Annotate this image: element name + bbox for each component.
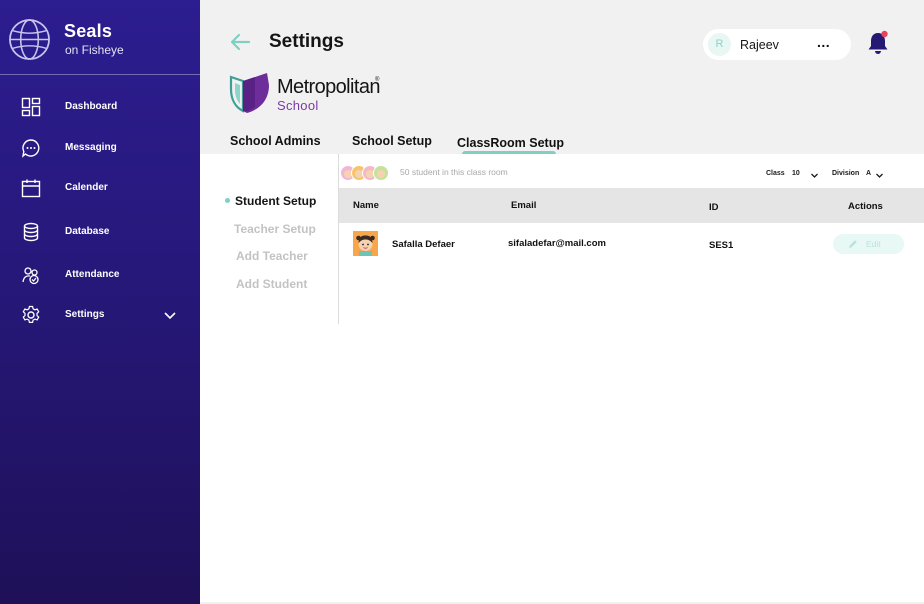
sidebar-item-label: Messaging	[65, 142, 117, 153]
edit-button[interactable]: Edit	[833, 234, 904, 254]
sidebar-item-dashboard[interactable]: Dashboard	[0, 92, 200, 122]
brand: Seals on Fisheye	[0, 0, 200, 75]
app-subtitle: on Fisheye	[65, 43, 124, 57]
notification-dot	[881, 30, 888, 38]
submenu-student-setup[interactable]: Student Setup	[235, 194, 316, 208]
tab-school-setup[interactable]: School Setup	[352, 134, 432, 148]
school-name: Metropolitan	[277, 76, 380, 98]
tab-school-admins[interactable]: School Admins	[230, 134, 321, 148]
division-filter-value[interactable]: A	[866, 170, 871, 177]
column-header-id: ID	[709, 202, 719, 213]
student-avatar	[353, 231, 378, 256]
student-email: sifaladefar@mail.com	[508, 238, 606, 249]
submenu-teacher-setup[interactable]: Teacher Setup	[234, 222, 316, 236]
class-filter-value[interactable]: 10	[792, 170, 800, 177]
active-submenu-dot	[225, 198, 230, 203]
class-filter-label: Class	[766, 170, 785, 177]
division-chevron-down-icon[interactable]	[875, 171, 884, 180]
edit-button-label: Edit	[866, 239, 881, 249]
submenu-add-student[interactable]: Add Student	[236, 277, 307, 291]
pencil-icon	[849, 240, 857, 248]
back-arrow-icon[interactable]	[228, 30, 252, 54]
sidebar-item-label: Settings	[65, 309, 105, 320]
sidebar: Seals on Fisheye Dashboard Messaging Cal…	[0, 0, 200, 604]
chevron-down-icon[interactable]	[163, 308, 177, 322]
table-header: Name Email ID Actions	[339, 188, 924, 223]
page-title: Settings	[269, 31, 344, 52]
calendar-icon	[21, 179, 41, 198]
student-avatars-group	[340, 165, 389, 181]
sidebar-item-calender[interactable]: Calender	[0, 173, 200, 203]
sidebar-item-settings[interactable]: Settings	[0, 300, 200, 330]
student-id: SES1	[709, 240, 734, 251]
avatar: R	[708, 33, 731, 56]
registered-mark: ®	[375, 77, 380, 83]
sidebar-item-label: Attendance	[65, 269, 120, 280]
class-chevron-down-icon[interactable]	[810, 171, 819, 180]
submenu-add-teacher[interactable]: Add Teacher	[236, 249, 308, 263]
gear-icon	[22, 305, 40, 323]
app-name: Seals	[64, 21, 113, 41]
column-header-name: Name	[353, 200, 379, 211]
sidebar-item-database[interactable]: Database	[0, 217, 200, 247]
attendance-icon	[22, 267, 39, 285]
student-name: Safalla Defaer	[392, 239, 455, 250]
column-header-email: Email	[511, 200, 537, 211]
chat-bubble-icon	[21, 139, 40, 158]
tab-classroom-setup[interactable]: ClassRoom Setup	[457, 136, 564, 150]
school-subtitle: School	[277, 98, 319, 113]
sidebar-item-label: Calender	[65, 182, 108, 193]
dashboard-icon	[21, 97, 41, 117]
school-shield-logo	[229, 73, 269, 113]
division-filter-label: Division	[832, 170, 860, 177]
more-options-icon[interactable]: ...	[817, 34, 830, 50]
sidebar-item-label: Dashboard	[65, 101, 118, 112]
bell-icon[interactable]	[866, 30, 890, 56]
sidebar-item-attendance[interactable]: Attendance	[0, 260, 200, 290]
database-icon	[23, 222, 39, 242]
sidebar-item-messaging[interactable]: Messaging	[0, 133, 200, 163]
student-count: 50 student in this class room	[400, 167, 508, 177]
submenu-divider	[338, 154, 339, 324]
user-menu[interactable]: R Rajeev ...	[703, 29, 851, 60]
globe-logo-icon	[9, 19, 50, 60]
sidebar-item-label: Database	[65, 226, 110, 237]
column-header-actions: Actions	[848, 201, 883, 212]
user-name: Rajeev	[740, 38, 779, 52]
